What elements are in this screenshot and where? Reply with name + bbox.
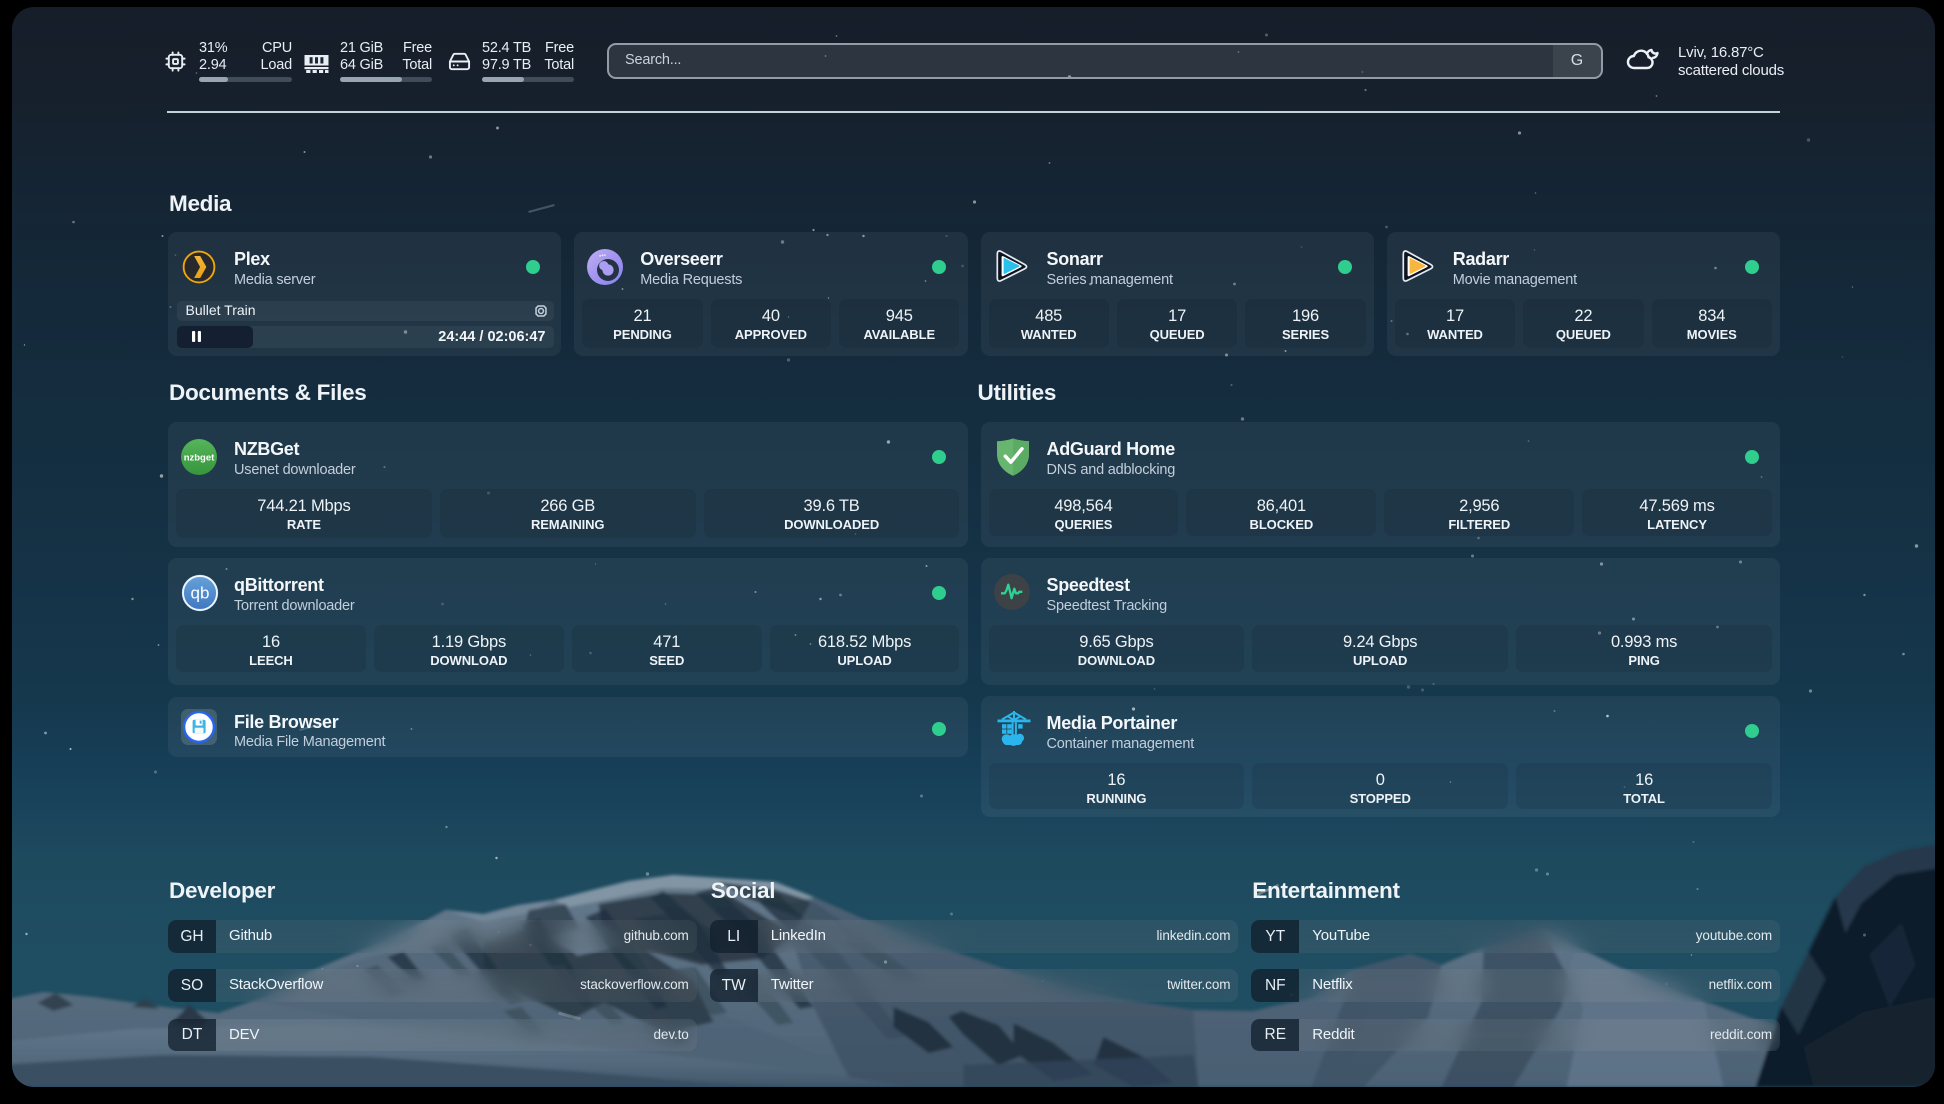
svg-text:qb: qb [191, 583, 210, 602]
svg-text:nzbget: nzbget [184, 452, 215, 463]
